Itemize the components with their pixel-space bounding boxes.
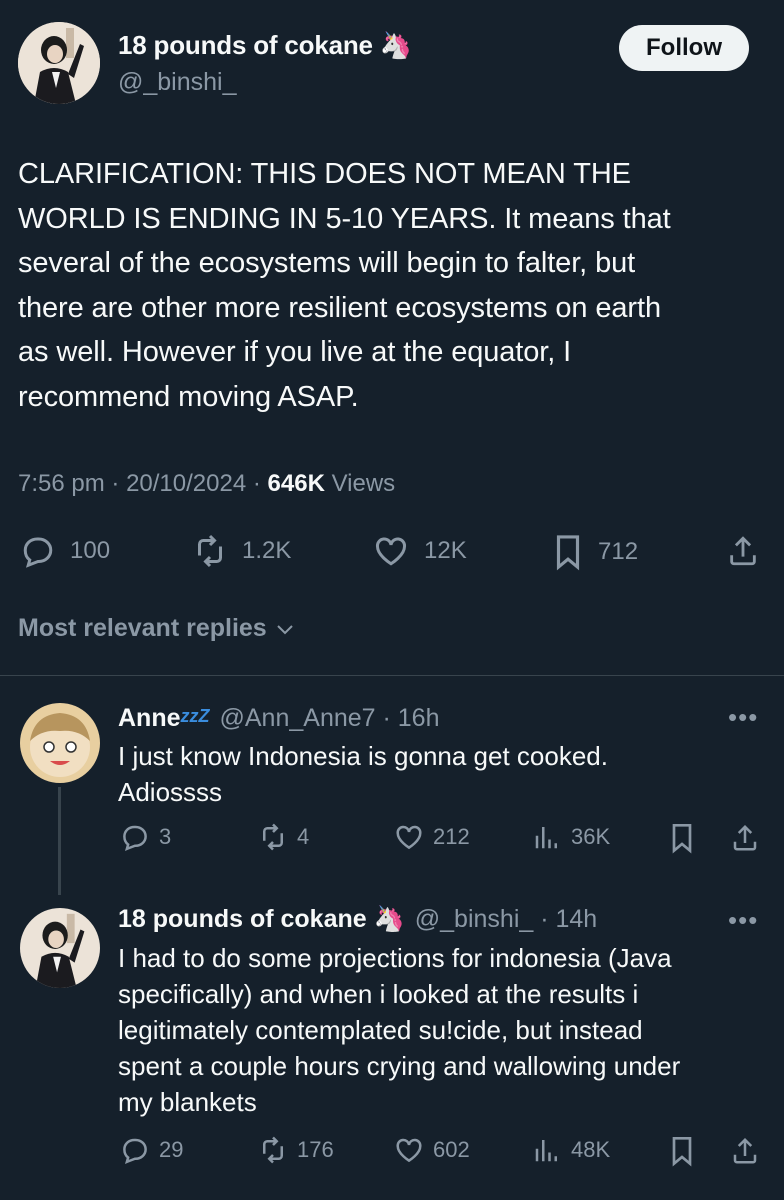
like-count: 212 xyxy=(433,824,470,849)
like-icon xyxy=(396,1138,422,1163)
bookmark-icon xyxy=(672,1137,692,1167)
replies-sort-label: Most relevant replies xyxy=(18,614,267,642)
thread-connector xyxy=(58,787,61,895)
repost-count: 4 xyxy=(297,824,310,849)
reply-action[interactable]: 100 xyxy=(20,533,110,569)
reply-count: 29 xyxy=(159,1137,184,1162)
share-icon xyxy=(730,536,756,566)
reply-author-handle[interactable]: @Ann_Anne7 · 16h xyxy=(220,704,440,733)
bookmark-icon xyxy=(672,824,692,854)
like-count: 12K xyxy=(424,537,467,564)
reply-icon xyxy=(23,537,53,568)
reply-handle-text: @Ann_Anne7 xyxy=(219,704,376,732)
author-avatar[interactable] xyxy=(18,22,100,104)
sleep-emoji: zzZ xyxy=(180,706,210,726)
more-icon[interactable]: ••• xyxy=(728,702,758,733)
views-count: 48K xyxy=(571,1137,611,1162)
reply-icon xyxy=(123,825,147,851)
reply-icon xyxy=(123,1138,147,1164)
reply-count: 3 xyxy=(159,824,172,849)
tweet-text: CLARIFICATION: THIS DOES NOT MEAN THE WO… xyxy=(18,158,671,413)
bookmark-action[interactable]: 712 xyxy=(552,533,638,571)
like-icon xyxy=(375,537,407,566)
reply-action[interactable]: 3 xyxy=(120,822,171,852)
follow-button[interactable]: Follow xyxy=(619,25,749,71)
unicorn-emoji: 🦄 xyxy=(379,30,413,60)
repost-icon xyxy=(263,1136,283,1164)
reply-author-name-text: Anne xyxy=(118,704,181,732)
views-icon xyxy=(535,827,557,849)
reply-author-handle[interactable]: @_binshi_ · 14h xyxy=(415,905,597,934)
views-icon xyxy=(535,1140,557,1162)
views-action[interactable]: 36K xyxy=(532,822,610,852)
share-icon xyxy=(733,1137,757,1164)
reply-header: 18 pounds of cokane 🦄 @_binshi_ · 14h xyxy=(118,905,597,934)
share-action[interactable] xyxy=(726,533,760,569)
separator-dot: · xyxy=(252,470,268,497)
views-label: Views xyxy=(331,470,396,497)
like-icon xyxy=(396,825,422,850)
reply-author-name[interactable]: AnnezzZ xyxy=(118,704,210,733)
views-count: 646K xyxy=(267,470,325,497)
repost-icon xyxy=(198,534,222,568)
reply-count: 100 xyxy=(70,537,111,564)
like-action[interactable]: 212 xyxy=(394,822,470,852)
repost-icon xyxy=(263,823,283,851)
author-handle[interactable]: @_binshi_ xyxy=(118,68,237,97)
views-action[interactable]: 48K xyxy=(532,1135,610,1165)
like-count: 602 xyxy=(433,1137,470,1162)
unicorn-emoji: 🦄 xyxy=(373,905,405,933)
tweet-date[interactable]: 20/10/2024 xyxy=(126,470,246,497)
views-count: 36K xyxy=(571,824,611,849)
chevron-down-icon xyxy=(277,624,293,634)
bookmark-count: 712 xyxy=(598,538,639,565)
bookmark-icon xyxy=(556,535,580,571)
share-icon xyxy=(733,824,757,851)
reply-handle-text: @_binshi_ xyxy=(414,905,534,933)
repost-action[interactable]: 4 xyxy=(258,822,309,852)
share-action[interactable] xyxy=(730,1135,760,1167)
repost-action[interactable]: 1.2K xyxy=(192,533,291,569)
reply-avatar[interactable] xyxy=(20,908,100,988)
reply-time: 14h xyxy=(555,905,598,933)
bookmark-action[interactable] xyxy=(668,1135,696,1167)
like-action[interactable]: 602 xyxy=(394,1135,470,1165)
share-action[interactable] xyxy=(730,822,760,854)
reply-text: I just know Indonesia is gonna get cooke… xyxy=(118,741,608,807)
author-name-text: 18 pounds of cokane xyxy=(118,30,373,60)
repost-count: 1.2K xyxy=(242,537,292,564)
reply-author-name-text: 18 pounds of cokane xyxy=(118,905,367,933)
reply-time: 16h xyxy=(397,704,440,732)
tweet-time[interactable]: 7:56 pm xyxy=(18,470,105,497)
like-action[interactable]: 12K xyxy=(372,533,467,569)
tweet-meta: 7:56 pm · 20/10/2024 · 646K Views xyxy=(18,470,395,498)
reply-author-name[interactable]: 18 pounds of cokane 🦄 xyxy=(118,905,405,934)
reply-avatar[interactable] xyxy=(20,703,100,783)
separator-dot: · xyxy=(111,470,127,497)
reply-text: I had to do some projections for indones… xyxy=(118,943,681,1117)
repost-action[interactable]: 176 xyxy=(258,1135,334,1165)
divider xyxy=(0,675,784,676)
reply-header: AnnezzZ @Ann_Anne7 · 16h xyxy=(118,704,440,733)
more-icon[interactable]: ••• xyxy=(728,905,758,936)
repost-count: 176 xyxy=(297,1137,334,1162)
bookmark-action[interactable] xyxy=(668,822,696,854)
reply-action[interactable]: 29 xyxy=(120,1135,183,1165)
author-name[interactable]: 18 pounds of cokane 🦄 xyxy=(118,30,412,61)
replies-sort-toggle[interactable]: Most relevant replies xyxy=(18,614,297,643)
